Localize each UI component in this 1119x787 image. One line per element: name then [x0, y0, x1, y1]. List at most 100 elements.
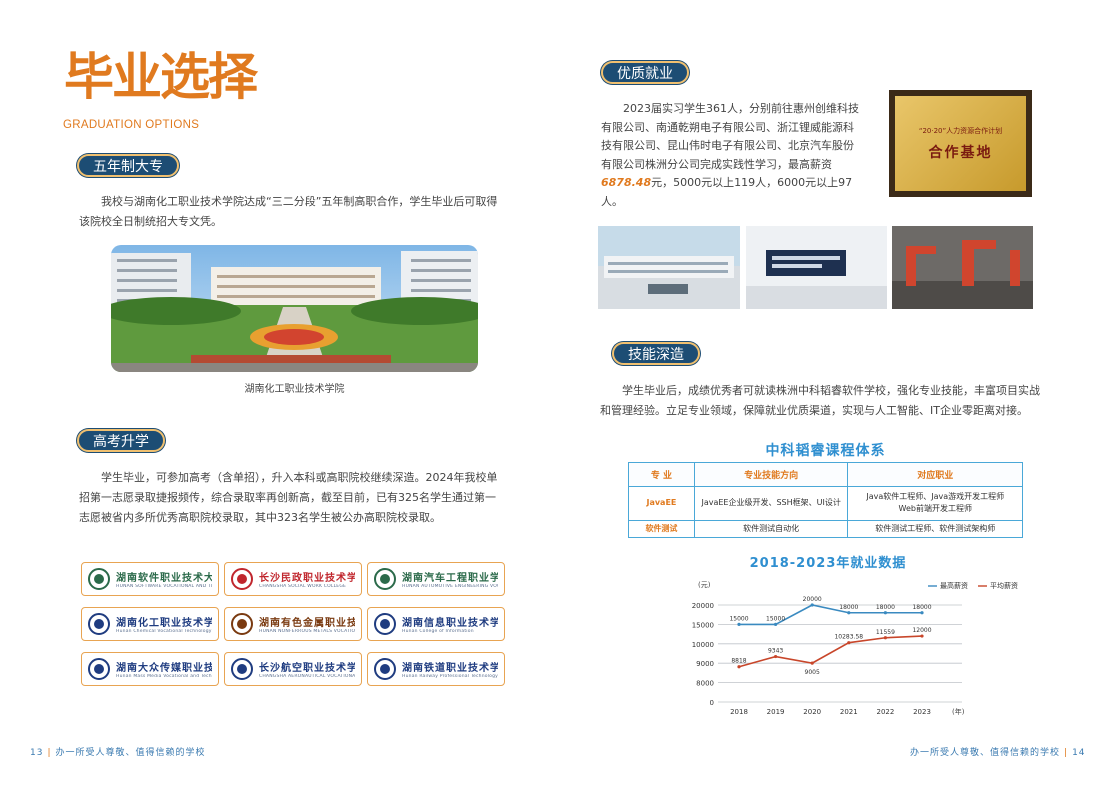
legend-label: 最高薪资 [940, 581, 968, 590]
page-title-english: GRADUATION OPTIONS [63, 119, 200, 131]
section-label-employment: 优质就业 [601, 61, 689, 84]
footer-slogan-left: 办一所受人尊敬、值得信赖的学校 [55, 748, 206, 758]
data-label: 8818 [731, 658, 746, 665]
data-point [737, 665, 741, 669]
gaokao-text: 学生毕业，可参加高考（含单招），升入本科或高职院校继续深造。2024年我校单招第… [79, 471, 498, 524]
college-emblem-icon [88, 568, 110, 590]
college-logo-subtitle: HUNAN AUTOMOTIVE ENGINEERING VOCATIONAL … [402, 584, 498, 589]
data-label: 15000 [766, 615, 785, 622]
college-logo-name: 湖南软件职业技术大学 [116, 573, 212, 584]
college-logo-subtitle: CHANGSHA SOCIAL WORK COLLEGE [259, 584, 347, 589]
data-label: 18000 [839, 604, 858, 611]
course-table-header: 专业技能方向 [693, 462, 849, 487]
course-table-cell: 软件测试工程师、软件测试架构师 [847, 519, 1023, 539]
data-label: 12000 [912, 627, 931, 634]
course-table: 专 业专业技能方向 对应职业 JavaEE JavaEE企业级开发、SSH框架、UI… [628, 462, 1023, 539]
data-label: 9343 [768, 648, 783, 655]
data-point [810, 661, 814, 665]
college-logo-name: 长沙航空职业技术学院 [259, 663, 355, 674]
college-logo-name: 长沙民政职业技术学院 [259, 573, 355, 584]
data-label: 10283.58 [834, 634, 863, 641]
college-emblem-icon [231, 613, 253, 635]
plaque-top-text: “20·20”人力资源合作计划 [918, 126, 1003, 135]
data-point [920, 634, 924, 638]
table-row: 软件测试 软件测试自动化 软件测试工程师、软件测试架构师 [628, 519, 1023, 539]
data-point [737, 622, 741, 626]
data-point [920, 611, 924, 615]
college-logo-subtitle: Hunan Railway Professional Technology Co… [402, 674, 498, 679]
footer-right: 办一所受人尊敬、值得信赖的学校 | 14 [910, 748, 1086, 758]
employment-line-chart: 2018-2023年就业数据 (元) (年) 0 8000 9000 10000 15000 2… [692, 555, 1018, 716]
college-logo-name: 湖南信息职业技术学院 [402, 618, 498, 629]
college-emblem-icon [374, 568, 396, 590]
data-label: 18000 [912, 604, 931, 611]
college-logo-subtitle: Hunan Mass Media Vocational and Technica… [116, 674, 212, 679]
page-title: 毕业选择 [64, 47, 258, 106]
college-emblem-icon [88, 658, 110, 680]
section-label-advanced-study: 技能深造 [612, 342, 700, 365]
data-point [774, 654, 778, 659]
college-logo-name: 湖南有色金属职业技术学院 [259, 618, 355, 629]
robot-workshop-photo [892, 226, 1033, 309]
college-logo-subtitle: Hunan College of Information [402, 629, 474, 634]
college-logo-card: 长沙民政职业技术学院CHANGSHA SOCIAL WORK COLLEGE [224, 562, 362, 596]
college-campus-photo [111, 245, 478, 372]
college-emblem-icon [374, 658, 396, 680]
cooperation-plaque: “20·20”人力资源合作计划 合作基地 [889, 90, 1032, 197]
data-point [810, 603, 814, 607]
table-row: JavaEE JavaEE企业级开发、SSH框架、UI设计 Java软件工程师、Ja… [628, 486, 1023, 521]
data-label: 9005 [805, 669, 820, 676]
college-logo-card: 湖南大众传媒职业技术学院Hunan Mass Media Vocational … [81, 652, 219, 686]
x-tick-label: 2021 [840, 708, 858, 716]
y-tick-label: 8000 [696, 680, 714, 688]
college-photo-caption: 湖南化工职业技术学院 [244, 384, 345, 395]
footer-slogan-right: 办一所受人尊敬、值得信赖的学校 [910, 748, 1061, 758]
data-point [847, 611, 851, 615]
five-year-text: 我校与湖南化工职业技术学院达成“三二分段”五年制高职合作，学生毕业后可取得该院校… [79, 195, 498, 228]
course-table-cell: Java软件工程师、Java游戏开发工程师 Web前端开发工程师 [847, 486, 1023, 521]
top-salary-value: 6878.48 [601, 176, 652, 189]
y-axis-label: (元) [698, 581, 711, 589]
x-tick-label: 2018 [730, 708, 748, 716]
x-tick-label: 2019 [767, 708, 785, 716]
legend-label: 平均薪资 [990, 581, 1018, 590]
chart-title: 2018-2023年就业数据 [750, 555, 907, 571]
data-label: 15000 [729, 615, 748, 622]
college-logo-subtitle: Hunan Chemical Vocational Technology Col… [116, 629, 212, 634]
data-point [883, 636, 887, 640]
college-emblem-icon [231, 658, 253, 680]
y-tick-label: 15000 [692, 621, 714, 629]
section-label-five-year: 五年制大专 [77, 154, 179, 177]
course-table-header: 专 业 [628, 462, 695, 487]
footer-left: 13 | 办一所受人尊敬、值得信赖的学校 [30, 748, 206, 758]
plaque-main-text: 合作基地 [928, 144, 993, 161]
employment-text: 2023届实习学生361人，分别前往惠州创维科技有限公司、南通乾朔电子有限公司、… [601, 102, 859, 208]
college-logo-card: 长沙航空职业技术学院CHANGSHA AERONAUTICAL VOCATION… [224, 652, 362, 686]
factory-aerial-photo [598, 226, 740, 309]
advanced-study-text: 学生毕业后，成绩优秀者可就读株洲中科韬睿软件学校，强化专业技能，丰富项目实战和管… [600, 384, 1040, 417]
page-number-left: 13 [30, 748, 44, 758]
college-logo-subtitle: CHANGSHA AERONAUTICAL VOCATIONAL AND TEC… [259, 674, 355, 679]
y-tick-label: 10000 [692, 641, 714, 649]
college-logo-name: 湖南化工职业技术学院 [116, 618, 212, 629]
section-label-gaokao: 高考升学 [77, 429, 165, 452]
x-axis-label: (年) [952, 707, 965, 716]
college-logo-name: 湖南大众传媒职业技术学院 [116, 663, 212, 674]
data-point [883, 611, 887, 615]
college-logo-card: 湖南化工职业技术学院Hunan Chemical Vocational Tech… [81, 607, 219, 641]
course-table-cell: 软件测试 [628, 519, 695, 539]
college-logo-card: 湖南软件职业技术大学HUNAN SOFTWARE VOCATIONAL AND … [81, 562, 219, 596]
college-logo-name: 湖南汽车工程职业学院 [402, 573, 498, 584]
course-table-cell: 软件测试自动化 [693, 519, 849, 539]
course-table-header: 对应职业 [847, 462, 1023, 487]
page-number-right: 14 [1072, 748, 1086, 758]
college-logo-card: 湖南信息职业技术学院Hunan College of Information [367, 607, 505, 641]
company-lobby-photo [746, 226, 887, 309]
college-emblem-icon [231, 568, 253, 590]
y-tick-label: 9000 [696, 660, 714, 668]
data-point [847, 641, 851, 645]
college-logo-subtitle: HUNAN NONFERROUS METALS VOCATIONAL AND T… [259, 629, 355, 634]
college-logo-card: 湖南有色金属职业技术学院HUNAN NONFERROUS METALS VOCA… [224, 607, 362, 641]
course-table-title: 中科韬睿课程体系 [765, 443, 886, 459]
college-logo-card: 湖南铁道职业技术学院Hunan Railway Professional Tec… [367, 652, 505, 686]
